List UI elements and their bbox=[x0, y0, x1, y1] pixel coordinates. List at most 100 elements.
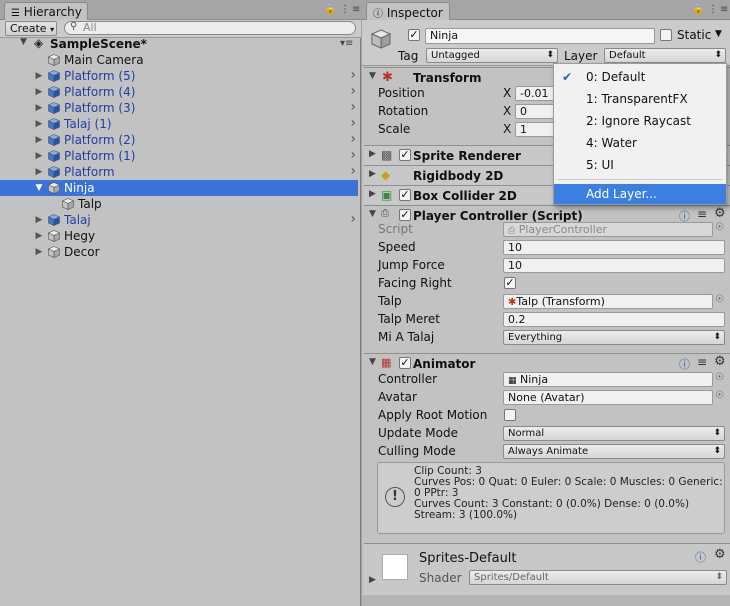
expand-arrow-icon[interactable]: ▶ bbox=[34, 212, 44, 228]
hierarchy-item[interactable]: Main Camera bbox=[0, 52, 358, 68]
expand-arrow-icon[interactable]: ▶ bbox=[369, 189, 376, 199]
tab-hierarchy-label: Hierarchy bbox=[23, 5, 82, 19]
position-x-label[interactable]: X bbox=[503, 86, 511, 100]
expand-arrow-icon[interactable]: ▶ bbox=[34, 100, 44, 116]
static-dropdown-icon[interactable]: ▼ bbox=[715, 29, 722, 39]
expand-arrow-icon[interactable]: ▶ bbox=[369, 575, 376, 585]
scale-x-field[interactable]: 1 bbox=[515, 122, 555, 137]
hierarchy-item[interactable]: ▼ Ninja bbox=[0, 180, 358, 196]
expand-arrow-icon[interactable]: ▶ bbox=[34, 84, 44, 100]
object-picker-icon[interactable]: ☉ bbox=[715, 294, 724, 305]
preset-icon[interactable]: ≡ bbox=[697, 355, 707, 369]
lock-icon[interactable]: 🔒 bbox=[324, 4, 338, 15]
object-name-field[interactable]: Ninja bbox=[425, 28, 655, 44]
collapse-arrow-icon[interactable]: ▼ bbox=[369, 357, 376, 367]
prefab-cube-icon bbox=[47, 70, 61, 82]
expand-arrow-icon[interactable]: ▶ bbox=[369, 169, 376, 179]
root-motion-checkbox[interactable] bbox=[504, 409, 516, 421]
expand-arrow-icon[interactable]: ▶ bbox=[34, 68, 44, 84]
static-checkbox[interactable] bbox=[660, 29, 672, 41]
talp-meret-field[interactable]: 0.2 bbox=[503, 312, 725, 327]
scene-root[interactable]: ▼ ◈ SampleScene* ▾≡ bbox=[0, 36, 360, 52]
tag-dropdown[interactable]: Untagged bbox=[426, 48, 558, 63]
culling-mode-dropdown[interactable]: Always Animate bbox=[503, 444, 725, 459]
rotation-x-field[interactable]: 0 bbox=[515, 104, 555, 119]
create-button[interactable]: Create ▾ bbox=[5, 21, 57, 36]
expand-arrow-icon[interactable]: ▶ bbox=[34, 148, 44, 164]
open-prefab-icon[interactable]: › bbox=[350, 68, 356, 83]
open-prefab-icon[interactable]: › bbox=[350, 212, 356, 227]
controller-field[interactable]: ▦ Ninja bbox=[503, 372, 713, 387]
hierarchy-item[interactable]: ▶ Talaj › bbox=[0, 212, 358, 228]
animator-checkbox[interactable]: ✓ bbox=[399, 357, 411, 369]
layer-menu-item[interactable]: 1: TransparentFX bbox=[554, 89, 726, 109]
box-collider-checkbox[interactable]: ✓ bbox=[399, 189, 411, 201]
expand-arrow-icon[interactable]: ▼ bbox=[34, 180, 44, 196]
sprite-renderer-checkbox[interactable]: ✓ bbox=[399, 149, 411, 161]
talp-value: Talp (Transform) bbox=[516, 295, 605, 308]
position-x-field[interactable]: -0.01 bbox=[515, 86, 555, 101]
object-picker-icon[interactable]: ☉ bbox=[715, 390, 724, 401]
lock-icon[interactable]: 🔒 bbox=[692, 4, 706, 15]
hierarchy-item[interactable]: ▶ Platform (3) › bbox=[0, 100, 358, 116]
mi-a-talaj-dropdown[interactable]: Everything bbox=[503, 330, 725, 345]
search-input[interactable]: ⚲ All bbox=[64, 21, 356, 35]
expand-arrow-icon[interactable]: ▶ bbox=[34, 228, 44, 244]
hierarchy-item[interactable]: ▶ Platform › bbox=[0, 164, 358, 180]
tab-menu-icon[interactable]: ⋮≡ bbox=[708, 4, 730, 15]
gear-icon[interactable]: ⚙ bbox=[714, 354, 726, 369]
player-controller-checkbox[interactable]: ✓ bbox=[399, 209, 411, 221]
scene-menu-icon[interactable]: ▾≡ bbox=[340, 38, 353, 49]
layer-menu-item[interactable]: 4: Water bbox=[554, 133, 726, 153]
hierarchy-item[interactable]: ▶ Talaj (1) › bbox=[0, 116, 358, 132]
object-picker-icon[interactable]: ☉ bbox=[715, 372, 724, 383]
expand-arrow-icon[interactable]: ▶ bbox=[34, 164, 44, 180]
layer-menu-item[interactable]: 2: Ignore Raycast bbox=[554, 111, 726, 131]
help-icon[interactable]: ⓘ bbox=[679, 356, 690, 372]
layer-menu-item[interactable]: ✔ 0: Default bbox=[554, 67, 726, 87]
hierarchy-item[interactable]: ▶ Platform (2) › bbox=[0, 132, 358, 148]
tab-menu-icon[interactable]: ⋮≡ bbox=[340, 4, 362, 15]
open-prefab-icon[interactable]: › bbox=[350, 84, 356, 99]
open-prefab-icon[interactable]: › bbox=[350, 132, 356, 147]
rotation-x-label[interactable]: X bbox=[503, 104, 511, 118]
expand-arrow-icon[interactable]: ▶ bbox=[34, 244, 44, 260]
open-prefab-icon[interactable]: › bbox=[350, 148, 356, 163]
active-checkbox[interactable]: ✓ bbox=[408, 29, 420, 41]
scale-x-label[interactable]: X bbox=[503, 122, 511, 136]
add-layer-menu-item[interactable]: Add Layer... bbox=[554, 184, 726, 204]
hierarchy-item[interactable]: ▶ Platform (1) › bbox=[0, 148, 358, 164]
speed-field[interactable]: 10 bbox=[503, 240, 725, 255]
object-picker-icon[interactable]: ☉ bbox=[715, 222, 724, 233]
tab-hierarchy[interactable]: ☰ Hierarchy bbox=[4, 2, 88, 20]
rigidbody-title: Rigidbody 2D bbox=[413, 169, 504, 183]
hierarchy-item[interactable]: ▶ Hegy bbox=[0, 228, 358, 244]
update-mode-dropdown[interactable]: Normal bbox=[503, 426, 725, 441]
expand-arrow-icon[interactable]: ▼ bbox=[20, 37, 27, 47]
gear-icon[interactable]: ⚙ bbox=[714, 206, 726, 221]
hierarchy-item[interactable]: ▶ Platform (5) › bbox=[0, 68, 358, 84]
layer-dropdown[interactable]: Default bbox=[604, 48, 726, 63]
jump-force-field[interactable]: 10 bbox=[503, 258, 725, 273]
expand-arrow-icon[interactable]: ▶ bbox=[34, 116, 44, 132]
hierarchy-item-label: Talaj bbox=[64, 213, 91, 227]
shader-dropdown[interactable]: Sprites/Default bbox=[469, 570, 727, 585]
avatar-field[interactable]: None (Avatar) bbox=[503, 390, 713, 405]
gear-icon[interactable]: ⚙ bbox=[714, 547, 726, 562]
hierarchy-item[interactable]: Talp bbox=[0, 196, 358, 212]
tab-inspector[interactable]: ⓘ Inspector bbox=[366, 2, 450, 20]
collapse-arrow-icon[interactable]: ▼ bbox=[369, 209, 376, 219]
open-prefab-icon[interactable]: › bbox=[350, 116, 356, 131]
help-icon[interactable]: ⓘ bbox=[695, 549, 706, 565]
hierarchy-item[interactable]: ▶ Decor bbox=[0, 244, 358, 260]
facing-right-checkbox[interactable]: ✓ bbox=[504, 277, 516, 289]
hierarchy-item[interactable]: ▶ Platform (4) › bbox=[0, 84, 358, 100]
open-prefab-icon[interactable]: › bbox=[350, 164, 356, 179]
collapse-arrow-icon[interactable]: ▼ bbox=[369, 71, 376, 81]
open-prefab-icon[interactable]: › bbox=[350, 100, 356, 115]
expand-arrow-icon[interactable]: ▶ bbox=[369, 149, 376, 159]
preset-icon[interactable]: ≡ bbox=[697, 207, 707, 221]
expand-arrow-icon[interactable]: ▶ bbox=[34, 132, 44, 148]
layer-menu-item[interactable]: 5: UI bbox=[554, 155, 726, 175]
talp-field[interactable]: ✱Talp (Transform) bbox=[503, 294, 713, 309]
